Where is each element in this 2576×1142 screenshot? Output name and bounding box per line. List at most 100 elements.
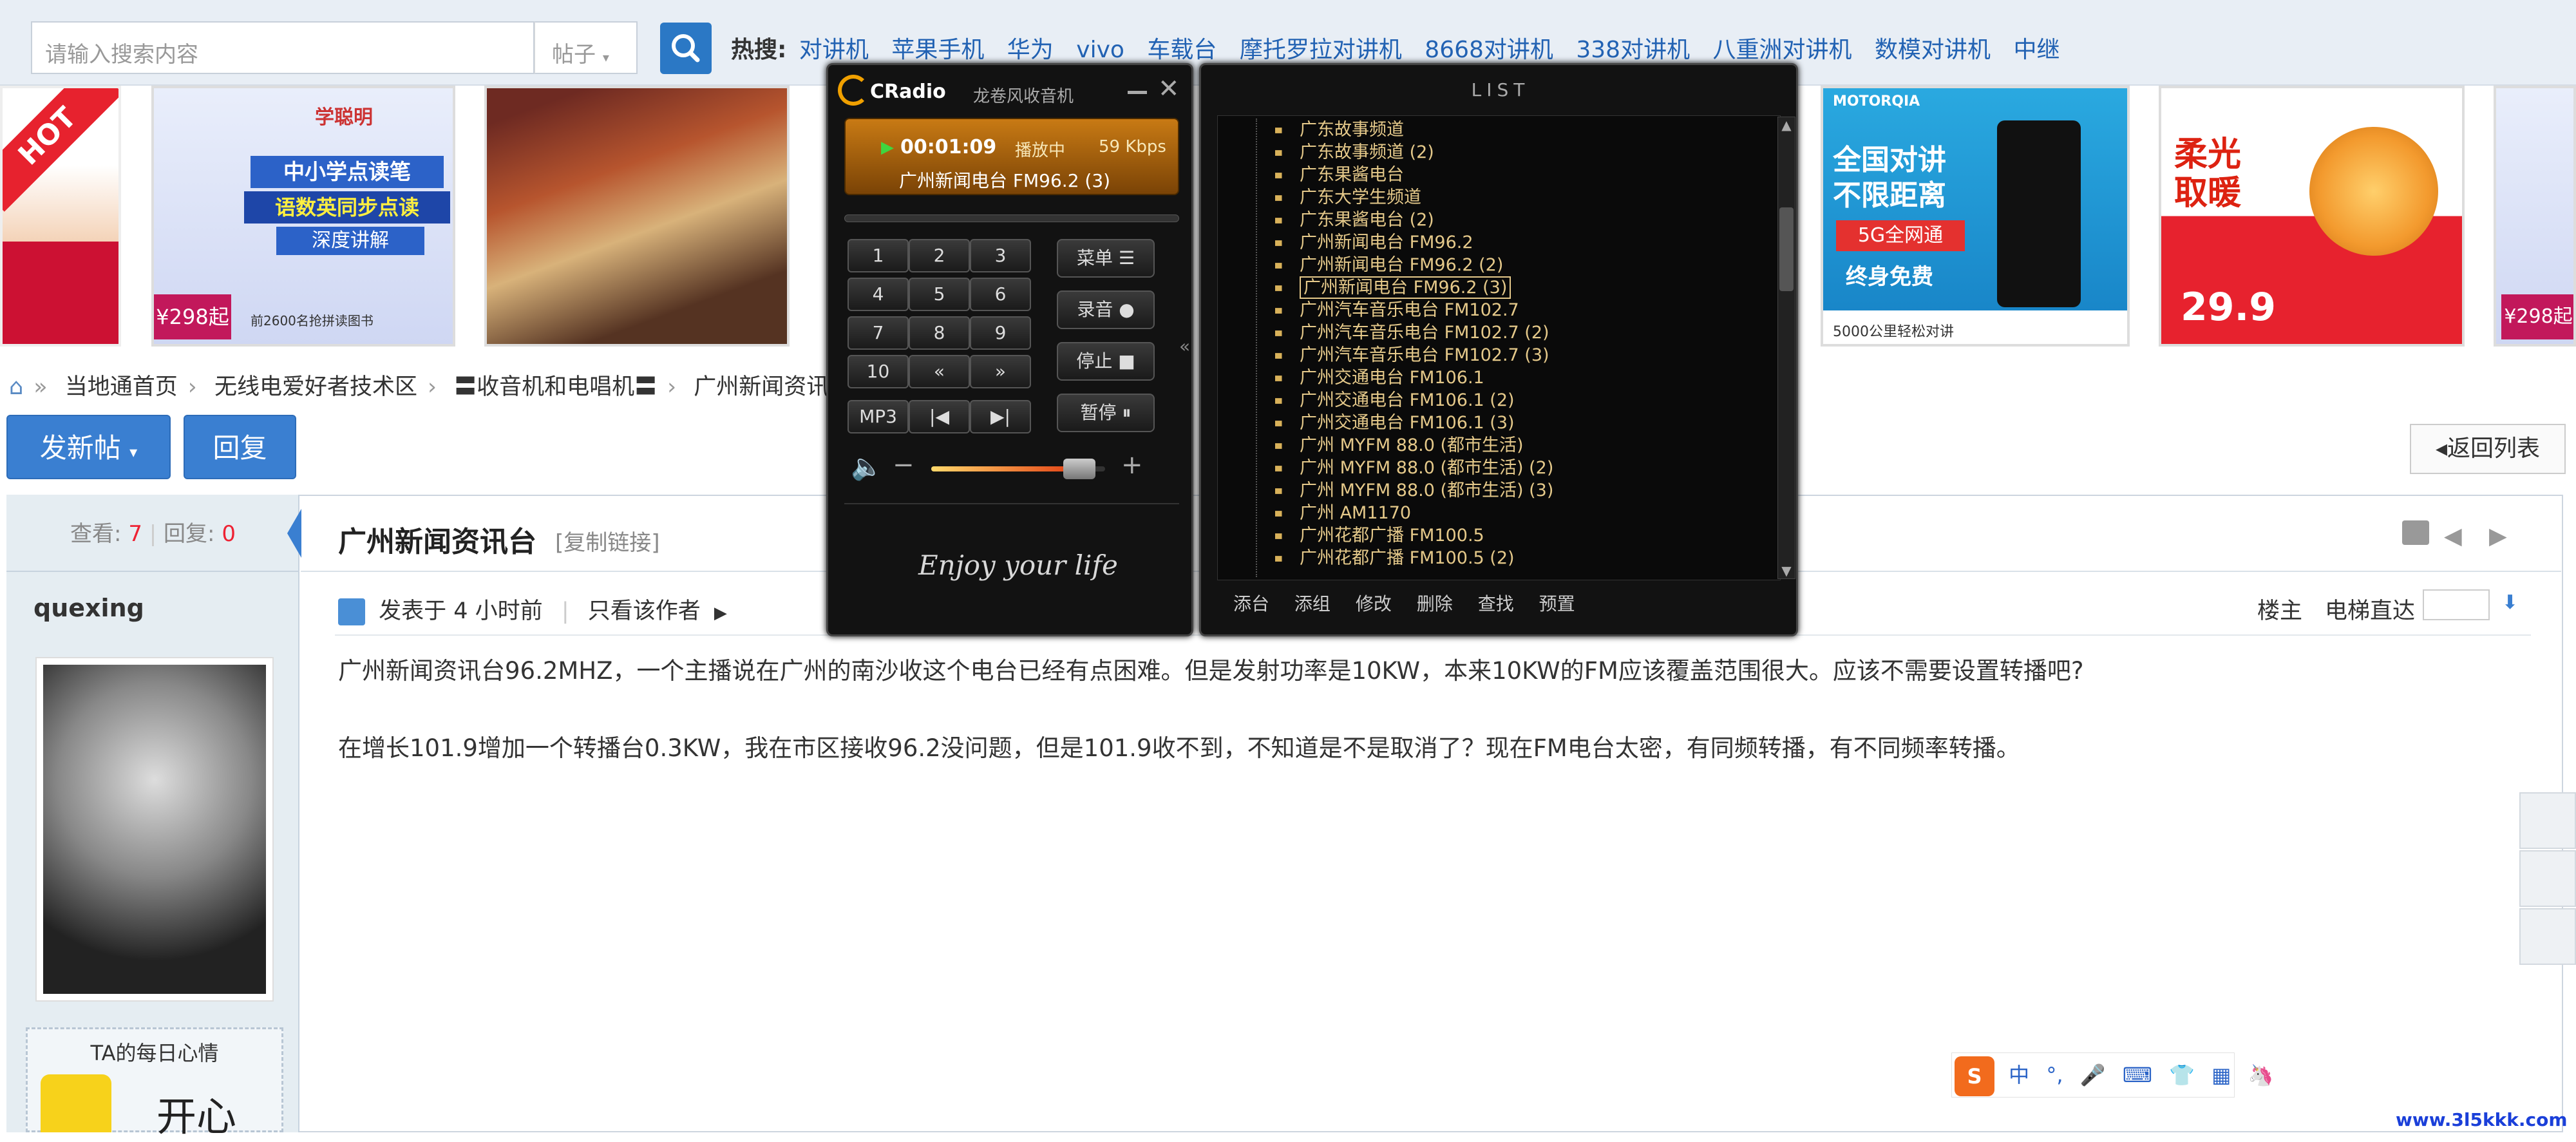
keypad-key[interactable]: 2	[909, 239, 970, 272]
station-list-item[interactable]: 广州新闻电台 FM96.2 (2)	[1275, 254, 1503, 276]
station-list-item[interactable]: 广州花都广播 FM100.5	[1275, 524, 1484, 547]
home-icon[interactable]: ⌂	[9, 374, 23, 400]
station-list-item[interactable]: 广东果酱电台	[1275, 164, 1404, 186]
hot-link[interactable]: 八重洲对讲机	[1713, 37, 1852, 63]
station-list-item[interactable]: 广东故事频道 (2)	[1275, 141, 1434, 164]
ime-mode-button[interactable]: 中	[2009, 1063, 2029, 1087]
station-list-item[interactable]: 广东故事频道	[1275, 119, 1404, 141]
record-button[interactable]: 录音 ●	[1057, 290, 1155, 329]
ad-reading-pen-2[interactable]: ¥298起	[2494, 86, 2576, 347]
minimize-icon[interactable]	[1128, 91, 1147, 94]
search-input[interactable]: 请输入搜索内容	[31, 21, 535, 74]
station-list-item[interactable]: 广东大学生频道	[1275, 186, 1421, 209]
station-list-item[interactable]: 广州新闻电台 FM96.2 (3)	[1275, 276, 1511, 299]
hot-link[interactable]: 车载台	[1147, 37, 1217, 63]
hot-link[interactable]: 摩托罗拉对讲机	[1240, 37, 1402, 63]
find-button[interactable]: 查找	[1478, 593, 1514, 614]
scroll-thumb[interactable]	[1779, 207, 1794, 291]
stop-button[interactable]: 停止 ■	[1057, 342, 1155, 381]
edit-button[interactable]: 修改	[1356, 593, 1392, 614]
volume-slider[interactable]	[931, 459, 1105, 479]
list-scrollbar[interactable]: ▲ ▼	[1777, 117, 1795, 579]
search-type-select[interactable]: 帖子 ▾	[535, 21, 638, 74]
volume-down-button[interactable]: −	[893, 450, 914, 480]
volume-thumb[interactable]	[1063, 459, 1095, 479]
hot-link[interactable]: 华为	[1007, 37, 1054, 63]
collapse-list-handle[interactable]: «	[1179, 336, 1190, 357]
breadcrumb-item[interactable]: 〓收音机和电唱机〓	[454, 374, 657, 400]
reply-button[interactable]: 回复	[184, 415, 296, 479]
hot-link[interactable]: 苹果手机	[891, 37, 984, 63]
return-list-button[interactable]: ◂返回列表	[2410, 424, 2566, 474]
keypad-key[interactable]: |◀	[909, 400, 970, 433]
ad-reading-pen[interactable]: 学聪明 中小学点读笔 语数英同步点读 深度讲解 ¥298起 前2600名抢拼读图…	[151, 86, 455, 347]
seek-bar[interactable]	[844, 214, 1179, 222]
keypad-key[interactable]: 10	[848, 355, 909, 388]
next-thread-icon[interactable]: ▶	[2489, 523, 2507, 549]
pause-button[interactable]: 暂停 ⏸	[1057, 394, 1155, 432]
breadcrumb-item[interactable]: 无线电爱好者技术区	[214, 374, 417, 400]
station-list-item[interactable]: 广州交通电台 FM106.1	[1275, 366, 1484, 389]
keypad-key[interactable]: 3	[970, 239, 1031, 272]
keypad-key[interactable]: 4	[848, 278, 909, 311]
ad-heater-hot[interactable]: HOT	[0, 86, 121, 347]
volume-up-button[interactable]: +	[1121, 450, 1143, 480]
new-post-button[interactable]: 发新帖 ▾	[6, 415, 171, 479]
station-list-item[interactable]: 广州汽车音乐电台 FM102.7 (2)	[1275, 321, 1549, 344]
ime-punct-button[interactable]: °,	[2046, 1063, 2063, 1087]
arrow-down-icon[interactable]: ⬇	[2502, 591, 2518, 614]
scroll-down-arrow-icon[interactable]: ▼	[1778, 563, 1795, 578]
hot-link[interactable]: 数模对讲机	[1875, 37, 1991, 63]
ime-skin-icon[interactable]: 👕	[2169, 1063, 2195, 1087]
keypad-key[interactable]: «	[909, 355, 970, 388]
scroll-up-arrow-icon[interactable]: ▲	[1778, 117, 1795, 133]
preset-button[interactable]: 预置	[1539, 593, 1575, 614]
keypad-key[interactable]: 1	[848, 239, 909, 272]
station-list-item[interactable]: 广州花都广播 FM100.5 (2)	[1275, 547, 1515, 569]
hot-link[interactable]: 中继	[2013, 37, 2060, 63]
back-to-top-icon[interactable]	[2519, 850, 2576, 907]
keypad-key[interactable]: »	[970, 355, 1031, 388]
delete-button[interactable]: 删除	[1417, 593, 1453, 614]
comment-icon[interactable]	[2519, 792, 2576, 849]
search-button[interactable]	[660, 23, 712, 74]
list-icon[interactable]	[2519, 908, 2576, 965]
keypad-key[interactable]: 7	[848, 316, 909, 350]
station-list-item[interactable]: 广州 MYFM 88.0 (都市生活)	[1275, 434, 1524, 457]
ad-restaurant-photo[interactable]	[484, 86, 790, 347]
keypad-key[interactable]: 5	[909, 278, 970, 311]
avatar[interactable]	[35, 657, 274, 1002]
close-icon[interactable]: ✕	[1158, 74, 1180, 104]
station-list-item[interactable]: 广东果酱电台 (2)	[1275, 209, 1434, 231]
volume-icon[interactable]: 🔈	[851, 452, 883, 482]
station-list-item[interactable]: 广州交通电台 FM106.1 (2)	[1275, 389, 1515, 412]
station-list-item[interactable]: 广州新闻电台 FM96.2	[1275, 231, 1473, 254]
keypad-key[interactable]: 8	[909, 316, 970, 350]
only-author-link[interactable]: 只看该作者	[588, 598, 701, 624]
copy-link[interactable]: [复制链接]	[555, 525, 660, 557]
keypad-key[interactable]: MP3	[848, 400, 909, 433]
keypad-key[interactable]: 6	[970, 278, 1031, 311]
station-list-item[interactable]: 广州汽车音乐电台 FM102.7	[1275, 299, 1519, 321]
ad-walkie-talkie[interactable]: MOTORQIA 全国对讲 不限距离 5G全网通 终身免费 5000公里轻松对讲	[1821, 86, 2130, 347]
ime-keyboard-icon[interactable]: ⌨	[2123, 1063, 2152, 1087]
elevator-input[interactable]	[2423, 589, 2490, 620]
cradio-player-window[interactable]: CRadio 龙卷风收音机 ✕ ▶ 00:01:09 播放中 59 Kbps 广…	[826, 63, 1193, 636]
menu-button[interactable]: 菜单 ☰	[1057, 239, 1155, 278]
station-list-item[interactable]: 广州交通电台 FM106.1 (3)	[1275, 412, 1515, 434]
add-station-button[interactable]: 添台	[1233, 593, 1269, 614]
station-list-item[interactable]: 广州 AM1170	[1275, 502, 1411, 524]
breadcrumb-item[interactable]: 当地通首页	[65, 374, 178, 400]
hot-link[interactable]: 338对讲机	[1576, 37, 1690, 63]
ime-voice-icon[interactable]: 🎤	[2080, 1063, 2106, 1087]
ime-tools-icon[interactable]: ▦	[2211, 1063, 2231, 1087]
keypad-key[interactable]: 9	[970, 316, 1031, 350]
hot-link[interactable]: vivo	[1076, 37, 1124, 63]
breadcrumb-item[interactable]: 广州新闻资讯	[694, 374, 829, 400]
ad-heater[interactable]: 柔光 取暖 29.9	[2159, 86, 2465, 347]
sogou-logo-icon[interactable]: S	[1955, 1056, 1994, 1096]
prev-thread-icon[interactable]: ◀	[2444, 523, 2462, 549]
ime-mascot-icon[interactable]: 🦄	[2248, 1063, 2274, 1087]
author-name[interactable]: quexing	[33, 594, 144, 622]
station-list-window[interactable]: LIST 广东故事频道 广东故事频道 (2) 广东果酱电台 广东大学生频道 广东果酱电台…	[1199, 63, 1798, 636]
